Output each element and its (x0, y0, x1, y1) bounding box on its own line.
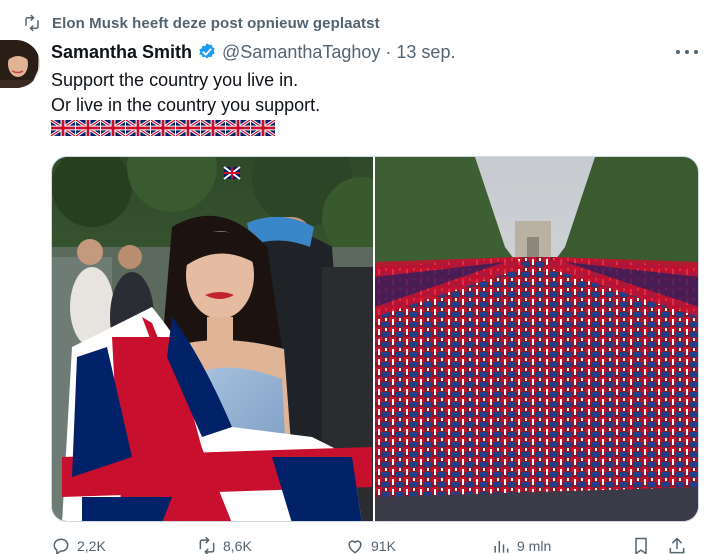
like-button[interactable]: 91K (345, 536, 491, 554)
more-options-icon[interactable] (676, 42, 698, 62)
bookmark-button[interactable] (631, 536, 667, 554)
reply-icon (53, 538, 69, 554)
author-name[interactable]: Samantha Smith (51, 42, 192, 63)
like-count: 91K (371, 538, 396, 554)
repost-icon (22, 14, 44, 32)
repost-count: 8,6K (223, 538, 252, 554)
views-button[interactable]: 9 mln (491, 536, 631, 554)
post-text: Support the country you live in. Or live… (51, 68, 651, 118)
flag-emoji-row (51, 120, 275, 136)
photo-crowd-with-flags[interactable] (375, 157, 698, 521)
repost-indicator[interactable]: Elon Musk heeft deze post opnieuw geplaa… (22, 12, 380, 34)
repost-button[interactable]: 8,6K (197, 536, 345, 554)
action-bar: 2,2K 8,6K 91K 9 mln (51, 536, 699, 554)
union-jack-flag-icon (251, 120, 275, 136)
repost-text: Elon Musk heeft deze post opnieuw geplaa… (52, 14, 380, 32)
author-handle[interactable]: @SamanthaTaghoy (222, 42, 380, 63)
photo-woman-with-flag[interactable] (52, 157, 373, 521)
repost-icon (199, 536, 215, 554)
verified-badge-icon[interactable] (197, 42, 217, 62)
post-text-line-1: Support the country you live in. (51, 70, 299, 90)
views-count: 9 mln (517, 538, 552, 554)
heart-icon (348, 540, 362, 554)
post-date[interactable]: 13 sep. (396, 42, 455, 63)
views-icon (494, 541, 509, 553)
post-header: Samantha Smith @SamanthaTaghoy · 13 sep. (51, 40, 702, 64)
union-jack-flag-icon (151, 120, 175, 136)
union-jack-flag-icon (126, 120, 150, 136)
bookmark-icon (635, 537, 647, 554)
union-jack-flag-icon (226, 120, 250, 136)
share-icon (669, 537, 685, 554)
union-jack-flag-icon (76, 120, 100, 136)
union-jack-flag-icon (51, 120, 75, 136)
share-button[interactable] (667, 536, 697, 554)
reply-button[interactable]: 2,2K (51, 536, 197, 554)
media-grid (51, 156, 699, 522)
avatar[interactable] (0, 40, 40, 88)
union-jack-flag-icon (101, 120, 125, 136)
union-jack-flag-icon (176, 120, 200, 136)
reply-count: 2,2K (77, 538, 106, 554)
separator-dot: · (385, 41, 392, 62)
post-text-line-2: Or live in the country you support. (51, 95, 321, 115)
union-jack-flag-icon (201, 120, 225, 136)
